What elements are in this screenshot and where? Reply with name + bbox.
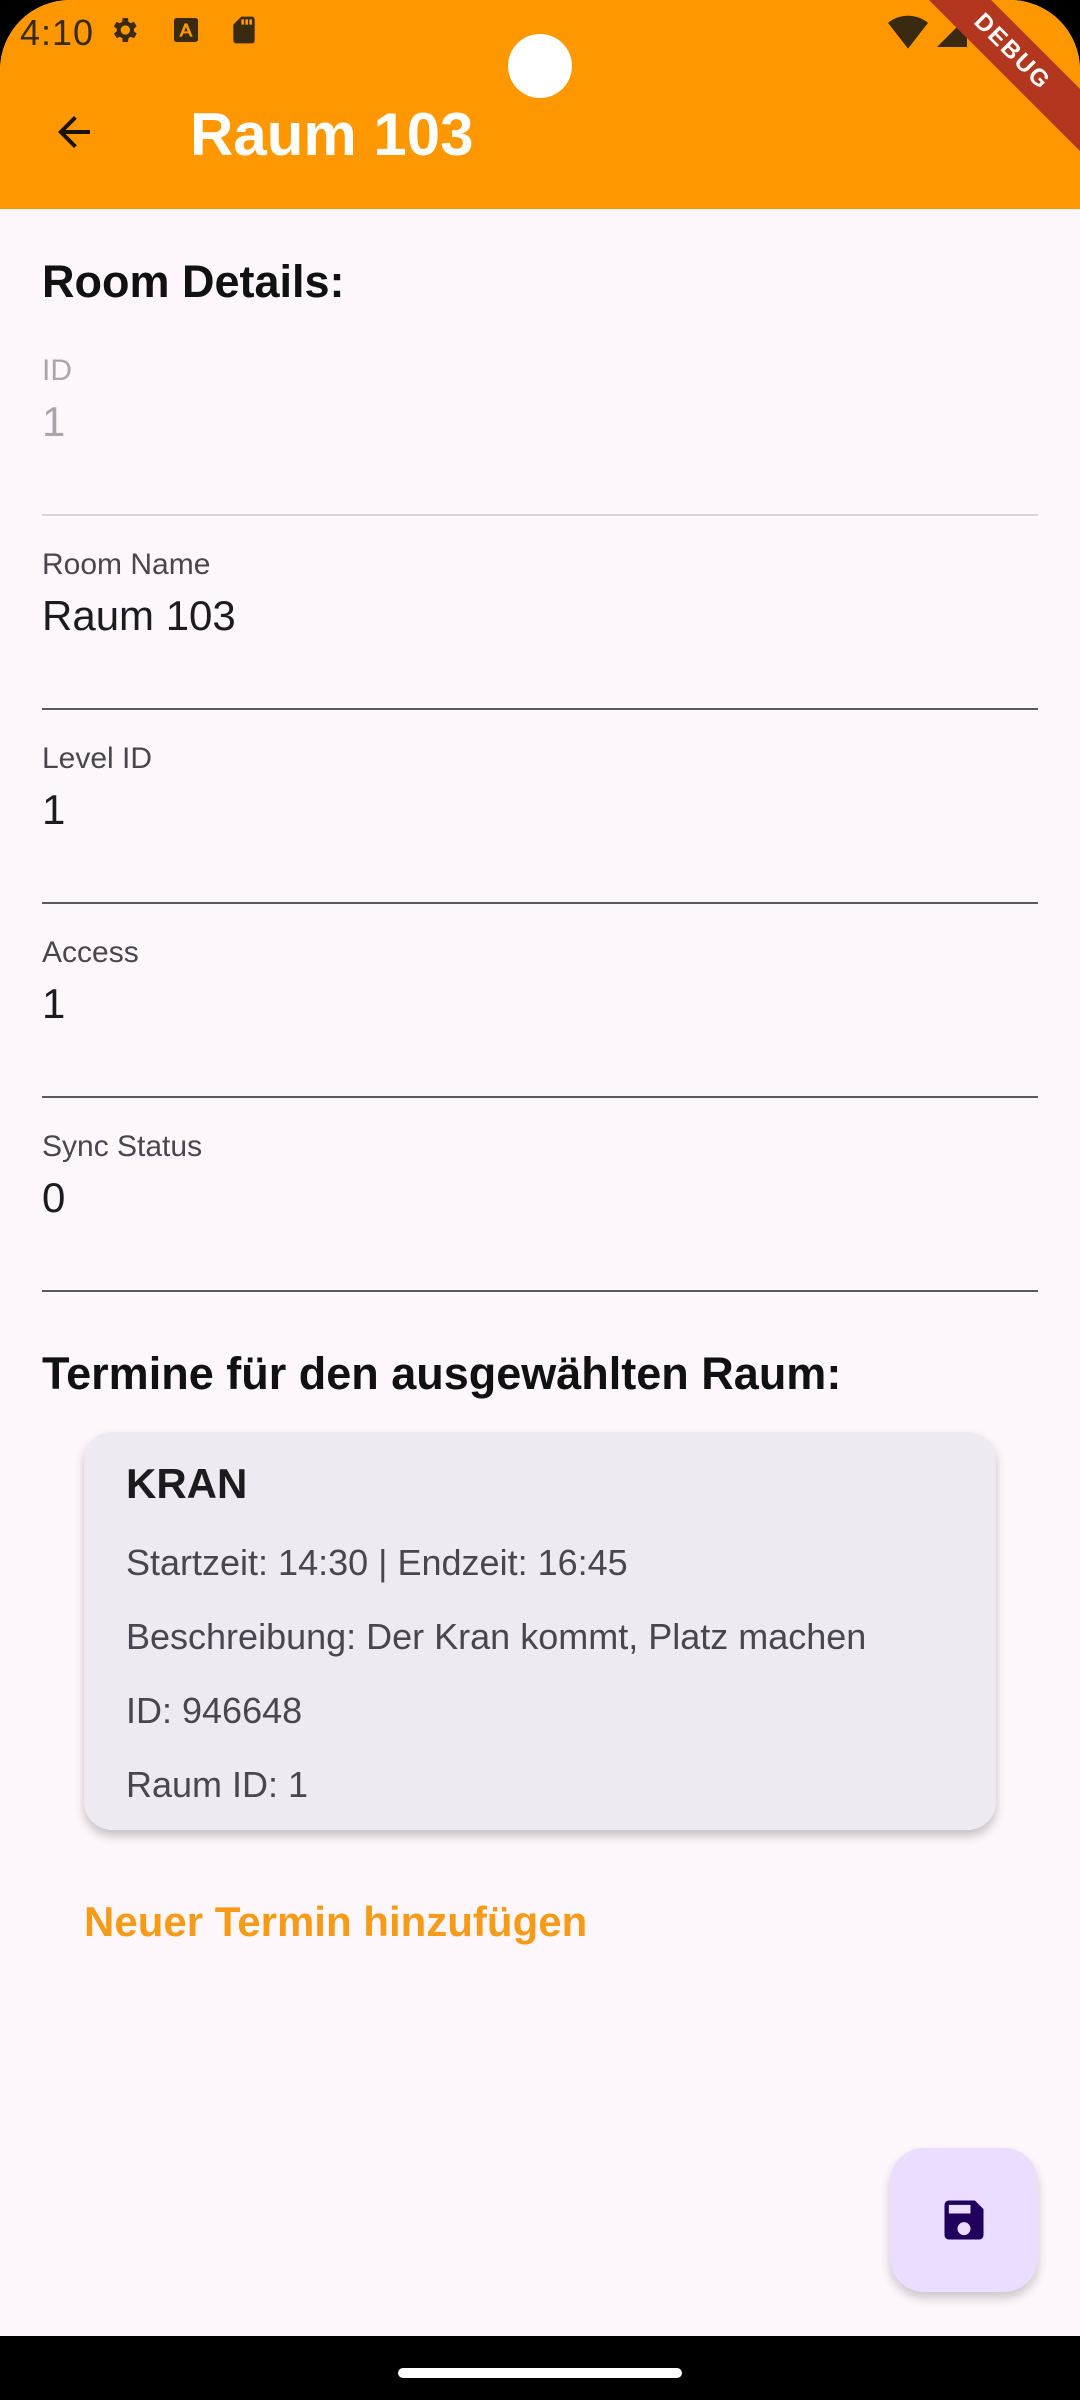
save-icon xyxy=(944,2200,984,2240)
sd-card-icon xyxy=(233,16,255,44)
room-name-field[interactable]: Room Name Raum 103 xyxy=(42,548,1038,710)
field-value[interactable]: 0 xyxy=(42,1174,65,1222)
gear-icon xyxy=(113,18,137,42)
save-button[interactable] xyxy=(890,2148,1038,2292)
page-title: Raum 103 xyxy=(190,101,474,168)
field-label: Room Name xyxy=(42,548,211,581)
id-field: ID 1 xyxy=(42,354,1038,516)
appointment-title: KRAN xyxy=(126,1460,248,1507)
debug-banner: DEBUG xyxy=(904,0,1080,160)
field-label: ID xyxy=(42,354,72,387)
level-id-field[interactable]: Level ID 1 xyxy=(42,742,1038,904)
arrow-back-icon xyxy=(58,116,90,148)
field-value[interactable]: Raum 103 xyxy=(42,592,236,640)
app-screen: 4:10 DEBUG Raum 103 Room Details: ID 1 R… xyxy=(0,0,1080,2400)
home-gesture-handle[interactable] xyxy=(398,2368,682,2378)
access-field[interactable]: Access 1 xyxy=(42,936,1038,1098)
add-appointment-button[interactable]: Neuer Termin hinzufügen xyxy=(84,1898,587,1946)
field-label: Level ID xyxy=(42,742,153,775)
field-label: Sync Status xyxy=(42,1130,203,1163)
font-download-icon xyxy=(174,18,198,42)
system-nav-bar xyxy=(0,2336,1080,2400)
wifi-icon xyxy=(888,15,928,49)
appointment-description: Beschreibung: Der Kran kommt, Platz mach… xyxy=(126,1616,867,1657)
sync-status-field[interactable]: Sync Status 0 xyxy=(42,1130,1038,1292)
back-button[interactable] xyxy=(38,96,110,168)
status-time: 4:10 xyxy=(20,12,95,53)
appointment-time: Startzeit: 14:30 | Endzeit: 16:45 xyxy=(126,1542,628,1583)
room-details-heading: Room Details: xyxy=(42,256,345,307)
appointment-card[interactable]: KRAN Startzeit: 14:30 | Endzeit: 16:45 B… xyxy=(84,1432,996,1830)
field-value[interactable]: 1 xyxy=(42,980,65,1028)
appointment-room-id: Raum ID: 1 xyxy=(126,1764,309,1805)
field-label: Access xyxy=(42,936,139,969)
appointments-heading: Termine für den ausgewählten Raum: xyxy=(42,1348,842,1399)
field-value[interactable]: 1 xyxy=(42,786,65,834)
appointment-id: ID: 946648 xyxy=(126,1690,303,1731)
app-bar: 4:10 DEBUG Raum 103 xyxy=(0,0,1080,209)
field-value: 1 xyxy=(42,398,66,445)
camera-cutout xyxy=(508,34,572,98)
